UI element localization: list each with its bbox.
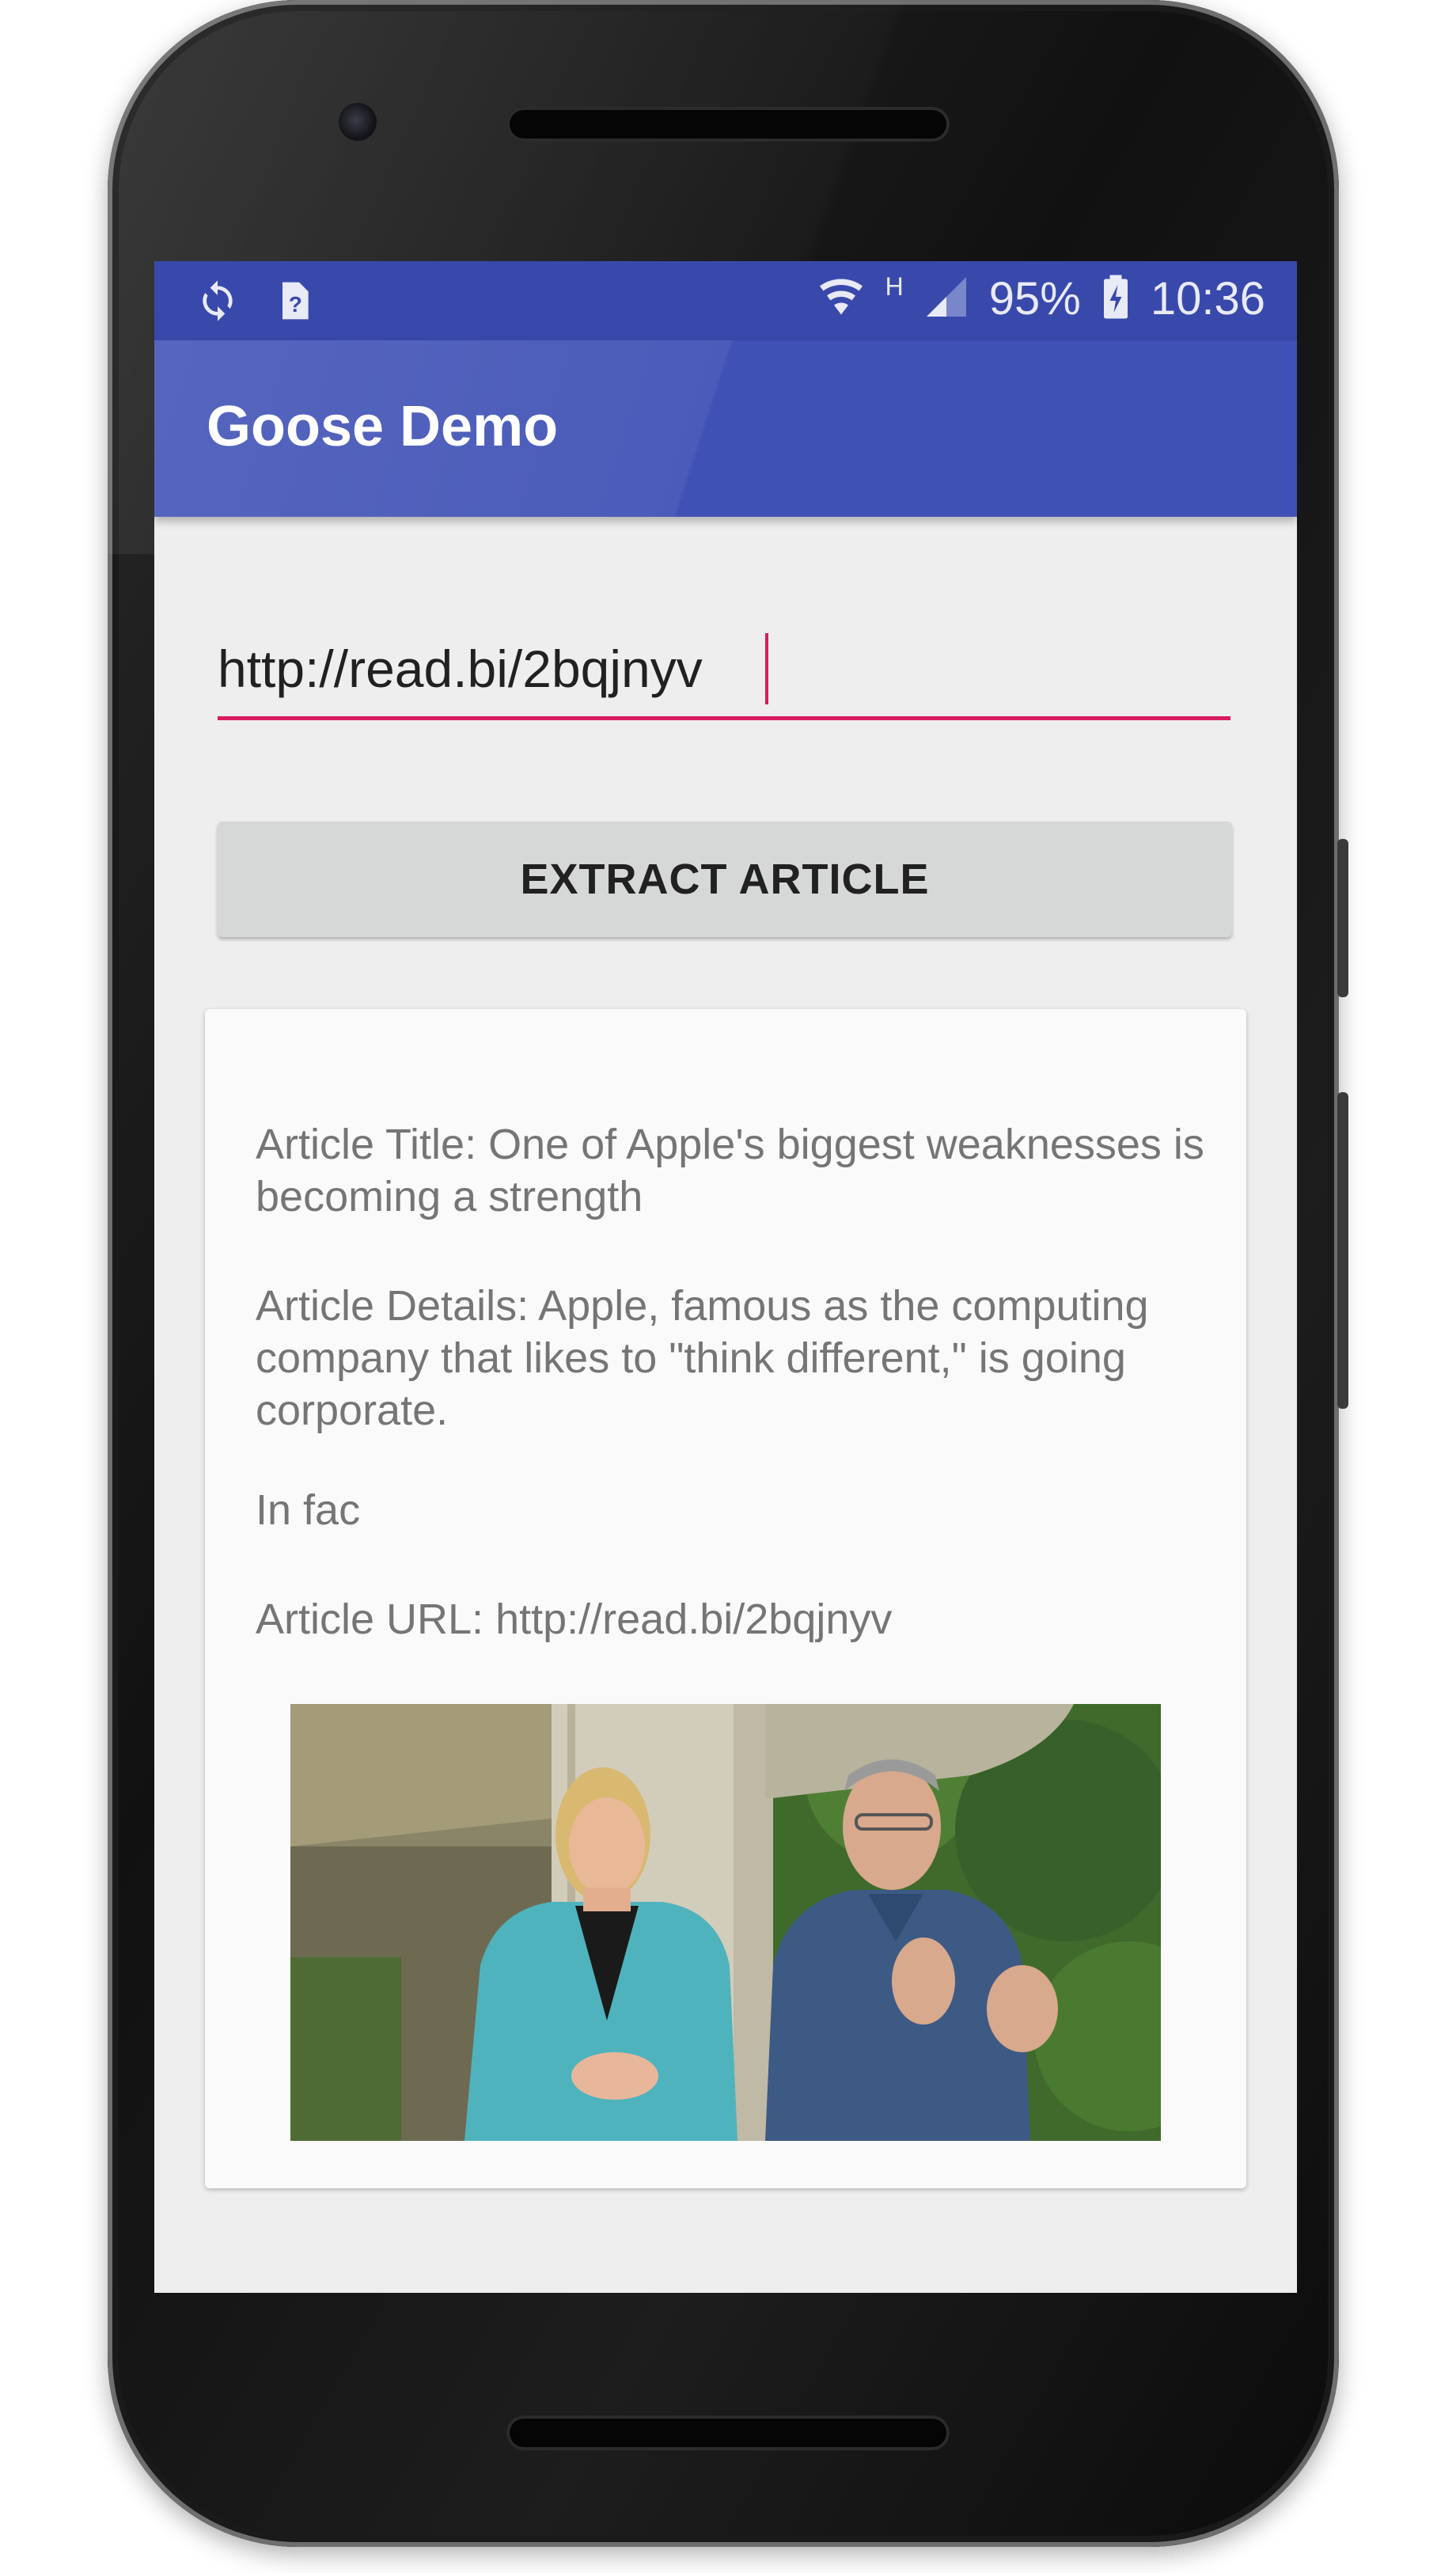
article-snippet-text: In fac xyxy=(256,1486,361,1534)
sync-icon xyxy=(195,279,240,327)
text-caret xyxy=(765,633,768,704)
top-speaker xyxy=(506,107,950,142)
signal-icon xyxy=(923,273,970,324)
url-input[interactable] xyxy=(218,621,1230,720)
battery-percent: 95% xyxy=(988,273,1081,324)
battery-charging-icon xyxy=(1100,273,1132,324)
clock: 10:36 xyxy=(1150,273,1265,324)
article-url-text: Article URL: http://read.bi/2bqjnyv xyxy=(256,1596,893,1643)
svg-text:?: ? xyxy=(289,292,302,317)
article-card: Article Title: One of Apple's biggest we… xyxy=(205,1009,1246,2188)
wifi-icon xyxy=(816,273,866,324)
network-type-label: H xyxy=(885,272,904,301)
app-bar: Goose Demo xyxy=(154,340,1297,517)
bottom-speaker xyxy=(506,2416,950,2450)
status-bar: ? H 95% 10:36 xyxy=(154,261,1297,340)
article-photo xyxy=(290,1704,1161,2141)
power-button xyxy=(1337,839,1348,997)
volume-button xyxy=(1337,1092,1348,1409)
article-details-text: Article Details: Apple, famous as the co… xyxy=(256,1282,1149,1434)
article-title-text: Article Title: One of Apple's biggest we… xyxy=(256,1121,1204,1220)
app-title: Goose Demo xyxy=(207,395,559,458)
unknown-notification-icon: ? xyxy=(271,279,316,327)
extract-article-button[interactable]: EXTRACT ARTICLE xyxy=(218,822,1232,937)
screen: ? H 95% 10:36 Goose Demo EXTRACT ARTICLE… xyxy=(154,261,1297,2293)
front-camera xyxy=(339,103,377,141)
